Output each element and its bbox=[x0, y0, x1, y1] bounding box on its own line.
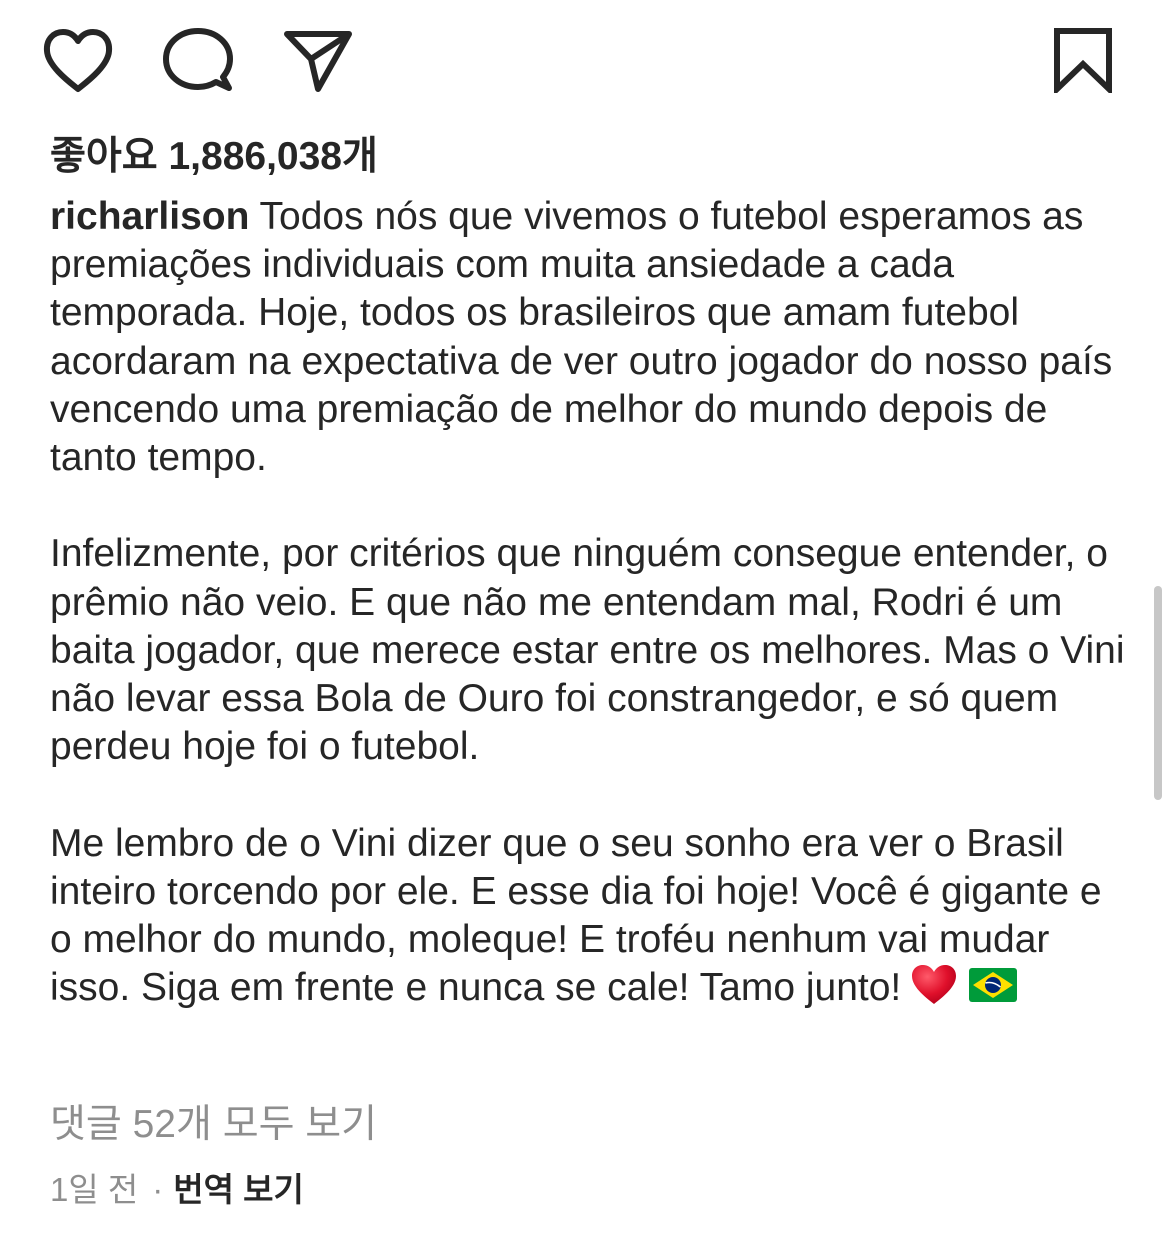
see-translation-link[interactable]: 번역 보기 bbox=[173, 1171, 304, 1208]
vertical-scrollbar[interactable] bbox=[1154, 586, 1162, 800]
bookmark-icon[interactable] bbox=[1052, 27, 1114, 93]
likes-count[interactable]: 좋아요 1,886,038개 bbox=[50, 132, 378, 182]
caption-paragraph-1: richarlison Todos nós que vivemos o fute… bbox=[50, 193, 1130, 482]
comment-icon[interactable] bbox=[162, 27, 234, 95]
separator-dot: · bbox=[152, 1171, 164, 1208]
red-heart-emoji-icon bbox=[911, 964, 957, 1006]
heart-icon[interactable] bbox=[42, 27, 114, 95]
share-icon[interactable] bbox=[282, 27, 354, 95]
post-caption: richarlison Todos nós que vivemos o fute… bbox=[50, 193, 1130, 1012]
view-all-comments-link[interactable]: 댓글 52개 모두 보기 bbox=[50, 1100, 377, 1150]
caption-paragraph-2: Infelizmente, por critérios que ninguém … bbox=[50, 532, 1125, 769]
post-meta-row: 1일 전 · 번역 보기 bbox=[50, 1168, 304, 1212]
post-timestamp: 1일 전 bbox=[50, 1171, 139, 1208]
caption-paragraph-3: Me lembro de o Vini dizer que o seu sonh… bbox=[50, 820, 1130, 1013]
post-action-bar bbox=[0, 0, 1170, 120]
brazil-flag-emoji-icon bbox=[969, 968, 1018, 1003]
caption-username[interactable]: richarlison bbox=[50, 195, 249, 238]
